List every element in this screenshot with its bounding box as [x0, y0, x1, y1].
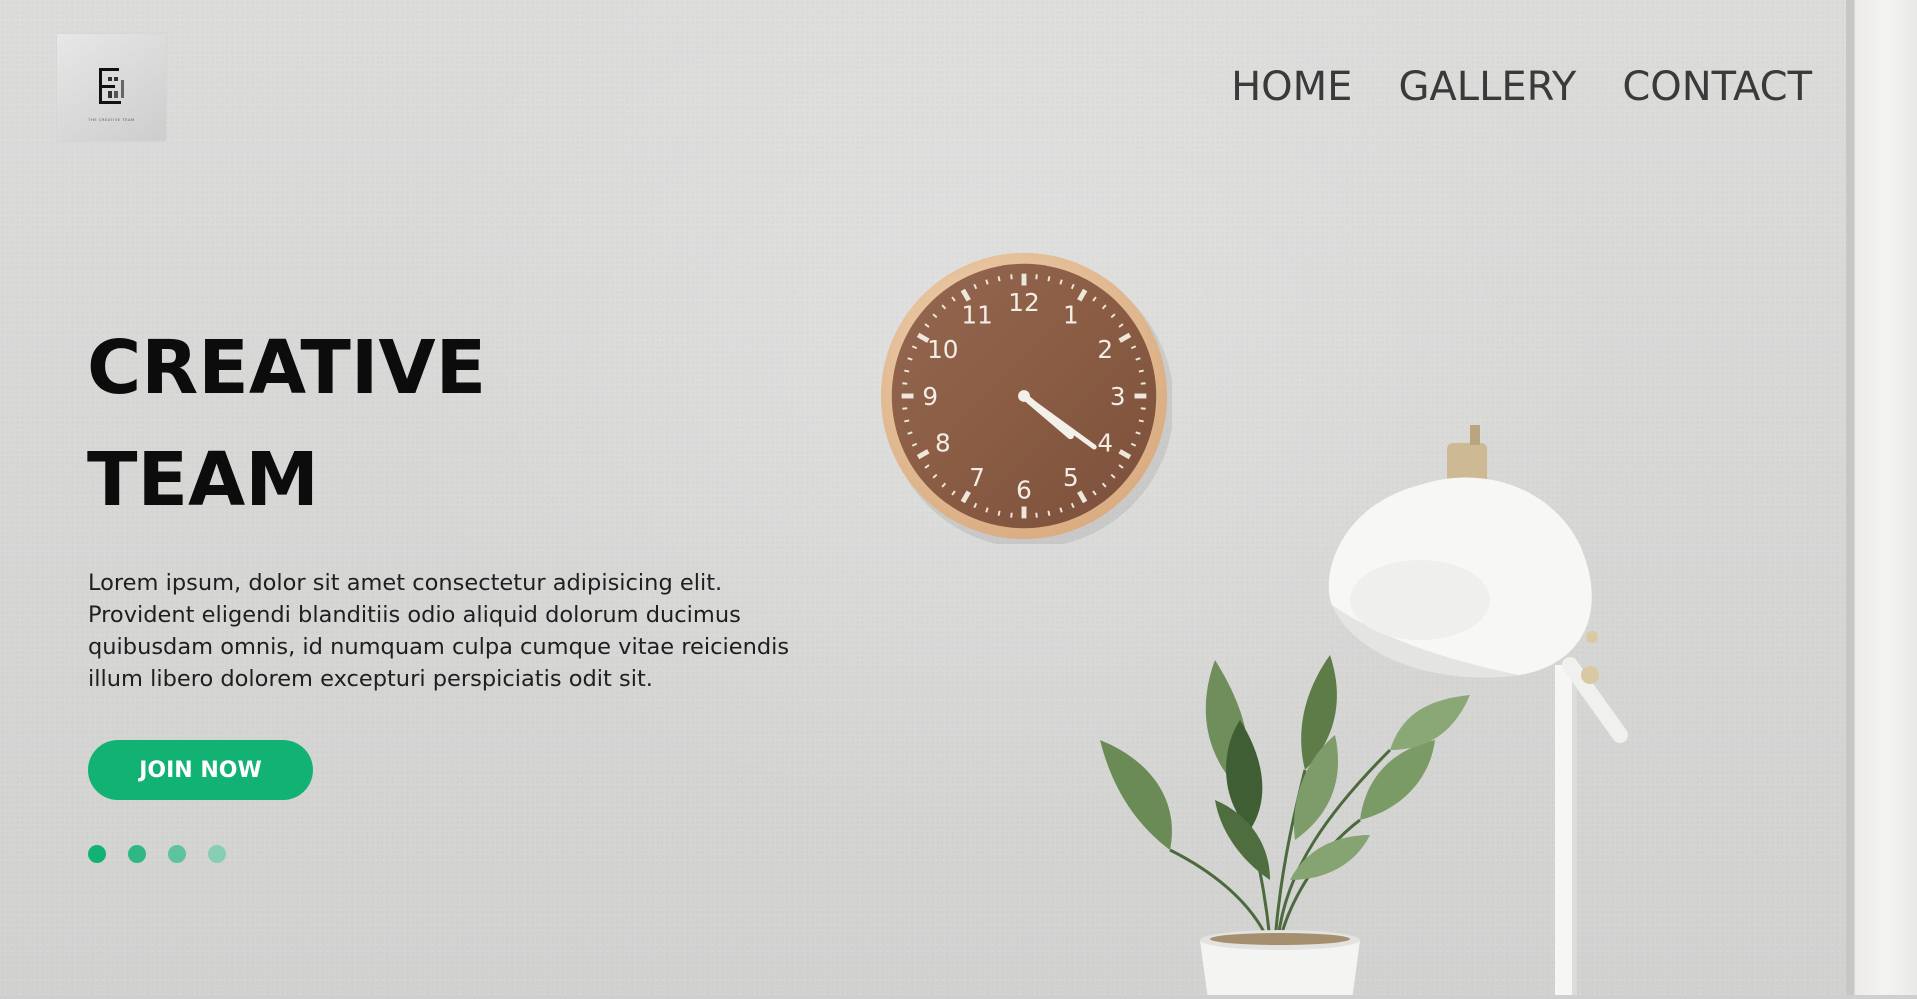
- nav-home[interactable]: HOME: [1231, 64, 1352, 110]
- clock-numeral: 12: [1008, 288, 1039, 317]
- clock-numeral: 5: [1063, 463, 1079, 492]
- clock-center-pin: [1018, 390, 1030, 402]
- door-frame: [1846, 0, 1917, 995]
- clock-tick: [1035, 274, 1038, 280]
- clock-numeral: 2: [1097, 335, 1113, 364]
- nav-contact[interactable]: CONTACT: [1622, 64, 1812, 110]
- clock-tick: [1138, 419, 1144, 423]
- clock-numeral: 8: [935, 429, 951, 458]
- clock-tick: [1140, 382, 1146, 385]
- slide-dot-4[interactable]: [208, 845, 226, 863]
- slide-dot-3[interactable]: [168, 845, 186, 863]
- hero-title-line-2: TEAM: [87, 437, 319, 523]
- clock-numeral: 4: [1097, 429, 1113, 458]
- wall-clock-image: 12 12 3 45 6 78 9 1011: [880, 252, 1172, 544]
- clock-numeral: 6: [1016, 476, 1032, 505]
- bottom-strip: [0, 995, 1917, 999]
- clock-tick: [1047, 276, 1051, 282]
- hero-title: CREATIVE TEAM: [87, 312, 486, 536]
- slide-dot-2[interactable]: [128, 845, 146, 863]
- clock-tick: [1010, 512, 1013, 518]
- desk-lamp-image: [1328, 425, 1628, 995]
- slide-dot-1[interactable]: [88, 845, 106, 863]
- logo[interactable]: THE CREATIVE TEAM: [57, 34, 166, 141]
- clock-tick: [1047, 510, 1051, 516]
- clock-tick: [902, 382, 908, 385]
- clock-numeral: 3: [1110, 382, 1126, 411]
- clock-numeral: 1: [1063, 301, 1079, 330]
- hero-section: THE CREATIVE TEAM HOME GALLERY CONTACT C…: [0, 0, 1917, 995]
- logo-caption: THE CREATIVE TEAM: [88, 118, 135, 122]
- logo-mark-icon: [99, 68, 124, 104]
- clock-numeral: 10: [927, 335, 958, 364]
- clock-tick: [1140, 407, 1146, 410]
- clock-numeral: 9: [922, 382, 938, 411]
- nav-gallery[interactable]: GALLERY: [1398, 64, 1576, 110]
- clock-tick: [997, 276, 1001, 282]
- hero-title-line-1: CREATIVE: [87, 325, 487, 411]
- clock-numeral: 11: [961, 301, 992, 330]
- clock-tick: [902, 407, 908, 410]
- clock-tick: [1138, 369, 1144, 373]
- clock-tick: [1035, 512, 1038, 518]
- clock-tick: [904, 419, 910, 423]
- clock-numeral: 7: [969, 463, 985, 492]
- join-now-button[interactable]: JOIN NOW: [88, 740, 313, 800]
- hero-description: Lorem ipsum, dolor sit amet consectetur …: [88, 570, 790, 692]
- clock-tick: [1010, 274, 1013, 280]
- clock-tick: [904, 369, 910, 373]
- slide-indicators: [88, 845, 226, 863]
- main-nav: HOME GALLERY CONTACT: [1231, 64, 1812, 110]
- clock-tick: [997, 510, 1001, 516]
